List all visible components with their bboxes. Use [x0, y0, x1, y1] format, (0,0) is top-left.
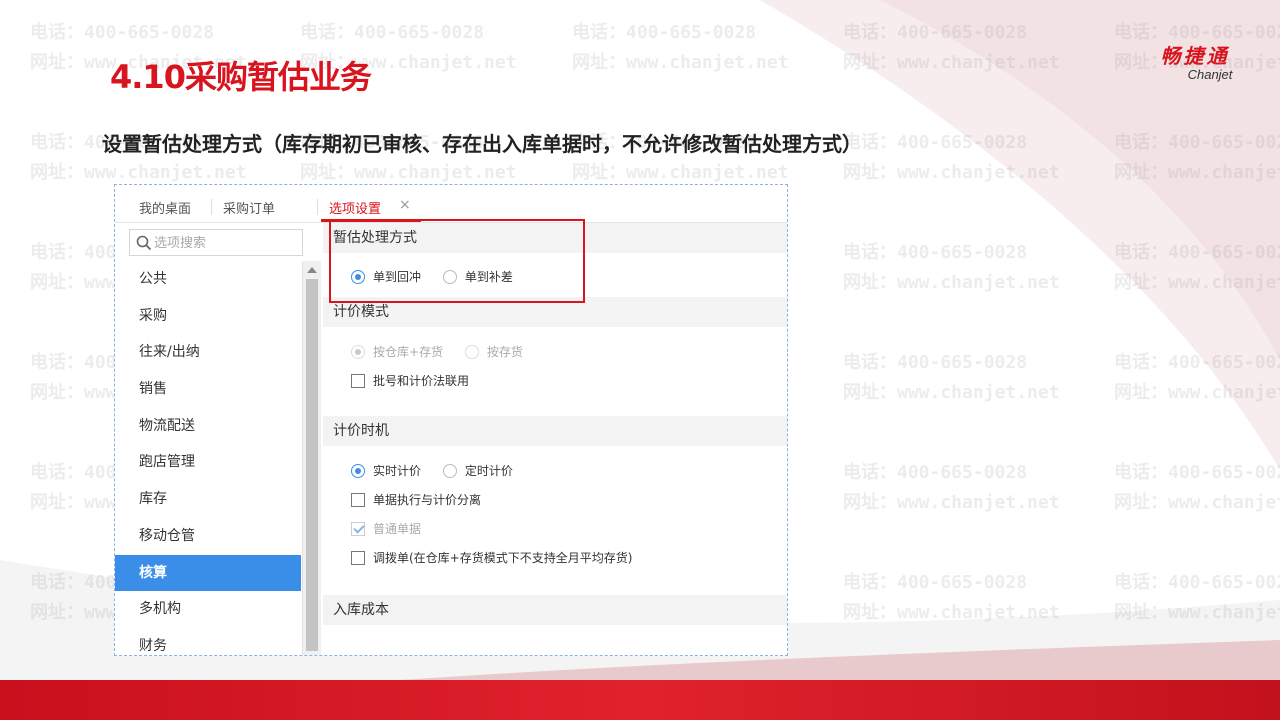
watermark-text: 电话：400-665-0028网址：www.chanjet.net [843, 352, 1060, 403]
radio-label: 实时计价 [373, 464, 422, 478]
section-pricing-time-title: 计价时机 [323, 416, 787, 446]
sidebar-item-inventory[interactable]: 库存 [115, 481, 301, 518]
watermark-text: 电话：400-665-0028网址：www.chanjet.net [1114, 242, 1280, 293]
pricing-mode-options: 按仓库+存货 按存货 [351, 343, 541, 360]
section-inbound-cost-title: 入库成本 [323, 595, 787, 625]
sidebar-item-store-visit[interactable]: 跑店管理 [115, 444, 301, 481]
settings-nav-list: 公共 采购 往来/出纳 销售 物流配送 跑店管理 库存 移动仓管 核算 多机构 … [115, 261, 301, 655]
sidebar-scrollbar[interactable] [302, 261, 321, 655]
section-estimate-title: 暂估处理方式 [323, 223, 787, 253]
scroll-up-icon[interactable] [307, 267, 317, 273]
close-icon[interactable]: × [399, 197, 411, 213]
tab-option-settings[interactable]: 选项设置 [329, 198, 381, 217]
checkbox-label: 普通单据 [373, 522, 422, 536]
watermark-text: 电话：400-665-0028网址：www.chanjet.net [572, 22, 789, 73]
watermark-text: 电话：400-665-0028网址：www.chanjet.net [843, 462, 1060, 513]
watermark-text: 电话：400-665-0028网址：www.chanjet.net [1114, 352, 1280, 403]
watermark-text: 电话：400-665-0028网址：www.chanjet.net [843, 572, 1060, 623]
tab-bar: 我的桌面 采购订单 选项设置 × [115, 185, 787, 223]
radio-warehouse-item[interactable] [351, 344, 365, 359]
tab-purchase-order[interactable]: 采购订单 [223, 198, 275, 217]
radio-label: 单到回冲 [373, 270, 422, 284]
radio-adjust-difference[interactable] [442, 269, 457, 284]
radio-by-item[interactable] [464, 344, 479, 359]
sidebar-item-multi-org[interactable]: 多机构 [115, 591, 301, 628]
tab-separator [317, 199, 318, 215]
watermark-text: 电话：400-665-0028网址：www.chanjet.net [1114, 132, 1280, 183]
separate-pricing-row: 单据执行与计价分离 [351, 491, 499, 508]
sidebar-item-public[interactable]: 公共 [115, 261, 301, 298]
section-pricing-mode-title: 计价模式 [323, 297, 787, 327]
tab-separator [211, 199, 212, 215]
watermark-text: 电话：400-665-0028网址：www.chanjet.net [1114, 462, 1280, 513]
bottom-band [0, 680, 1280, 720]
watermark-text: 电话：400-665-0028网址：www.chanjet.net [843, 132, 1060, 183]
transfer-docs-row: 调拨单(在仓库+存货模式下不支持全月平均存货) [351, 549, 650, 566]
search-icon [136, 235, 152, 251]
chanjet-logo: 畅捷通 Chanjet [1140, 40, 1250, 82]
sidebar-item-purchase[interactable]: 采购 [115, 298, 301, 335]
radio-label: 按存货 [486, 345, 523, 359]
sidebar-item-sales[interactable]: 销售 [115, 371, 301, 408]
slide-title: 4.10采购暂估业务 [110, 58, 372, 96]
logo-en-text: Chanjet [1187, 67, 1233, 82]
logo-cn-text: 畅捷通 [1160, 44, 1230, 68]
sidebar-item-logistics[interactable]: 物流配送 [115, 408, 301, 445]
radio-scheduled-pricing[interactable] [442, 463, 457, 478]
sidebar-item-ar-ap[interactable]: 往来/出纳 [115, 334, 301, 371]
estimate-options: 单到回冲 单到补差 [351, 268, 531, 285]
settings-screenshot: 我的桌面 采购订单 选项设置 × 公共 采购 往来/出纳 销售 物流配送 跑店管… [114, 184, 788, 656]
sidebar-item-finance[interactable]: 财务 [115, 628, 301, 655]
watermark-text: 电话：400-665-0028网址：www.chanjet.net [1114, 572, 1280, 623]
slide-subtitle: 设置暂估处理方式（库存期初已审核、存在出入库单据时，不允许修改暂估处理方式） [102, 132, 862, 156]
checkbox-separate-pricing[interactable] [351, 492, 365, 507]
radio-label: 单到补差 [464, 270, 513, 284]
checkbox-batch-pricing[interactable] [351, 373, 365, 388]
batch-pricing-row: 批号和计价法联用 [351, 372, 487, 389]
active-tab-indicator [321, 219, 421, 222]
radio-label: 按仓库+存货 [373, 345, 444, 359]
radio-label: 定时计价 [464, 464, 513, 478]
checkbox-label: 单据执行与计价分离 [373, 493, 482, 507]
search-input[interactable] [154, 233, 299, 253]
scroll-thumb[interactable] [306, 279, 318, 651]
pricing-time-options: 实时计价 定时计价 [351, 462, 531, 479]
checkbox-transfer-docs[interactable] [351, 550, 365, 565]
sidebar-item-accounting[interactable]: 核算 [115, 554, 301, 592]
search-box[interactable] [129, 229, 303, 256]
tab-desktop[interactable]: 我的桌面 [139, 198, 191, 217]
checkbox-label: 调拨单(在仓库+存货模式下不支持全月平均存货) [373, 551, 633, 565]
radio-realtime-pricing[interactable] [351, 463, 365, 478]
watermark-text: 电话：400-665-0028网址：www.chanjet.net [843, 22, 1060, 73]
settings-content: 暂估处理方式 单到回冲 单到补差 计价模式 按仓库+存货 按存货 批号和计价法联… [323, 223, 787, 655]
settings-sidebar: 公共 采购 往来/出纳 销售 物流配送 跑店管理 库存 移动仓管 核算 多机构 … [115, 223, 323, 655]
normal-docs-row: 普通单据 [351, 520, 439, 537]
radio-reverse-on-receipt[interactable] [351, 269, 365, 284]
watermark-text: 电话：400-665-0028网址：www.chanjet.net [843, 242, 1060, 293]
checkbox-label: 批号和计价法联用 [373, 374, 470, 388]
sidebar-item-mobile-warehouse[interactable]: 移动仓管 [115, 518, 301, 555]
checkbox-normal-docs[interactable] [351, 521, 365, 536]
